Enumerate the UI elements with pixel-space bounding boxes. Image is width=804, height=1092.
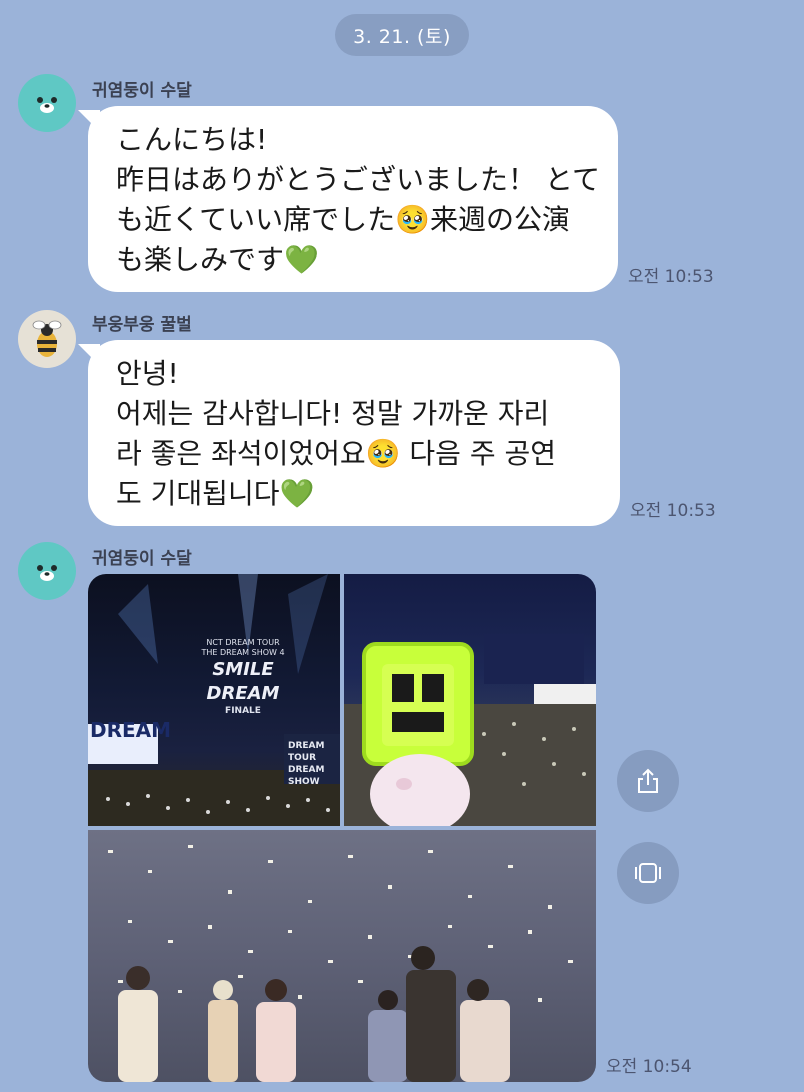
bee-avatar[interactable] — [18, 310, 76, 368]
message-line: 도 기대됩니다💚 — [116, 477, 315, 510]
message-line: も近くていい席でした🥹来週の公演 — [116, 203, 571, 236]
date-divider: 3. 21. (토) — [335, 14, 469, 56]
confetti-stage-photo[interactable] — [88, 830, 596, 1082]
sender-name: 귀염둥이 수달 — [92, 81, 192, 101]
message-bubble[interactable]: こんにちは! 昨日はありがとうございました！ とて も近くていい席でした🥹来週の… — [88, 106, 618, 292]
message-time: 오전 10:53 — [630, 501, 716, 521]
message-time: 오전 10:53 — [628, 267, 714, 287]
share-icon — [638, 768, 658, 793]
message-line: 안녕! — [116, 357, 179, 390]
lightstick-graphic — [344, 634, 596, 826]
otter-icon — [37, 565, 57, 581]
fullscreen-icon — [635, 863, 661, 883]
message-bubble[interactable]: 안녕! 어제는 감사합니다! 정말 가까운 자리 라 좋은 좌석이었어요🥹 다음… — [88, 340, 620, 526]
otter-icon — [37, 97, 57, 113]
sender-name: 귀염둥이 수달 — [92, 549, 192, 569]
confetti-graphic — [108, 845, 573, 1082]
otter-avatar[interactable] — [18, 542, 76, 600]
fullscreen-button[interactable] — [617, 842, 679, 904]
lightstick-photo[interactable] — [344, 574, 596, 826]
concert-stage-photo[interactable]: NCT DREAM TOUR THE DREAM SHOW 4 SMILE DR… — [88, 574, 340, 826]
side-screen-text: DREAM TOUR DREAM SHOW — [288, 741, 325, 787]
otter-avatar[interactable] — [18, 74, 76, 132]
bee-icon — [32, 320, 62, 357]
message-line: 昨日はありがとうございました！ とて — [116, 163, 601, 196]
message-line: 어제는 감사합니다! 정말 가까운 자리 — [116, 397, 550, 430]
dream-banner-text: DREAM — [90, 718, 172, 742]
stage-screen-text: NCT DREAM TOUR THE DREAM SHOW 4 SMILE DR… — [201, 638, 285, 716]
message-line: も楽しみです💚 — [116, 243, 319, 276]
share-button[interactable] — [617, 750, 679, 812]
message-time: 오전 10:54 — [606, 1057, 692, 1077]
sender-name: 부웅부웅 꿀벌 — [92, 315, 192, 335]
message-line: 라 좋은 좌석이었어요🥹 다음 주 공연 — [116, 437, 557, 470]
message-line: こんにちは! — [116, 123, 268, 156]
